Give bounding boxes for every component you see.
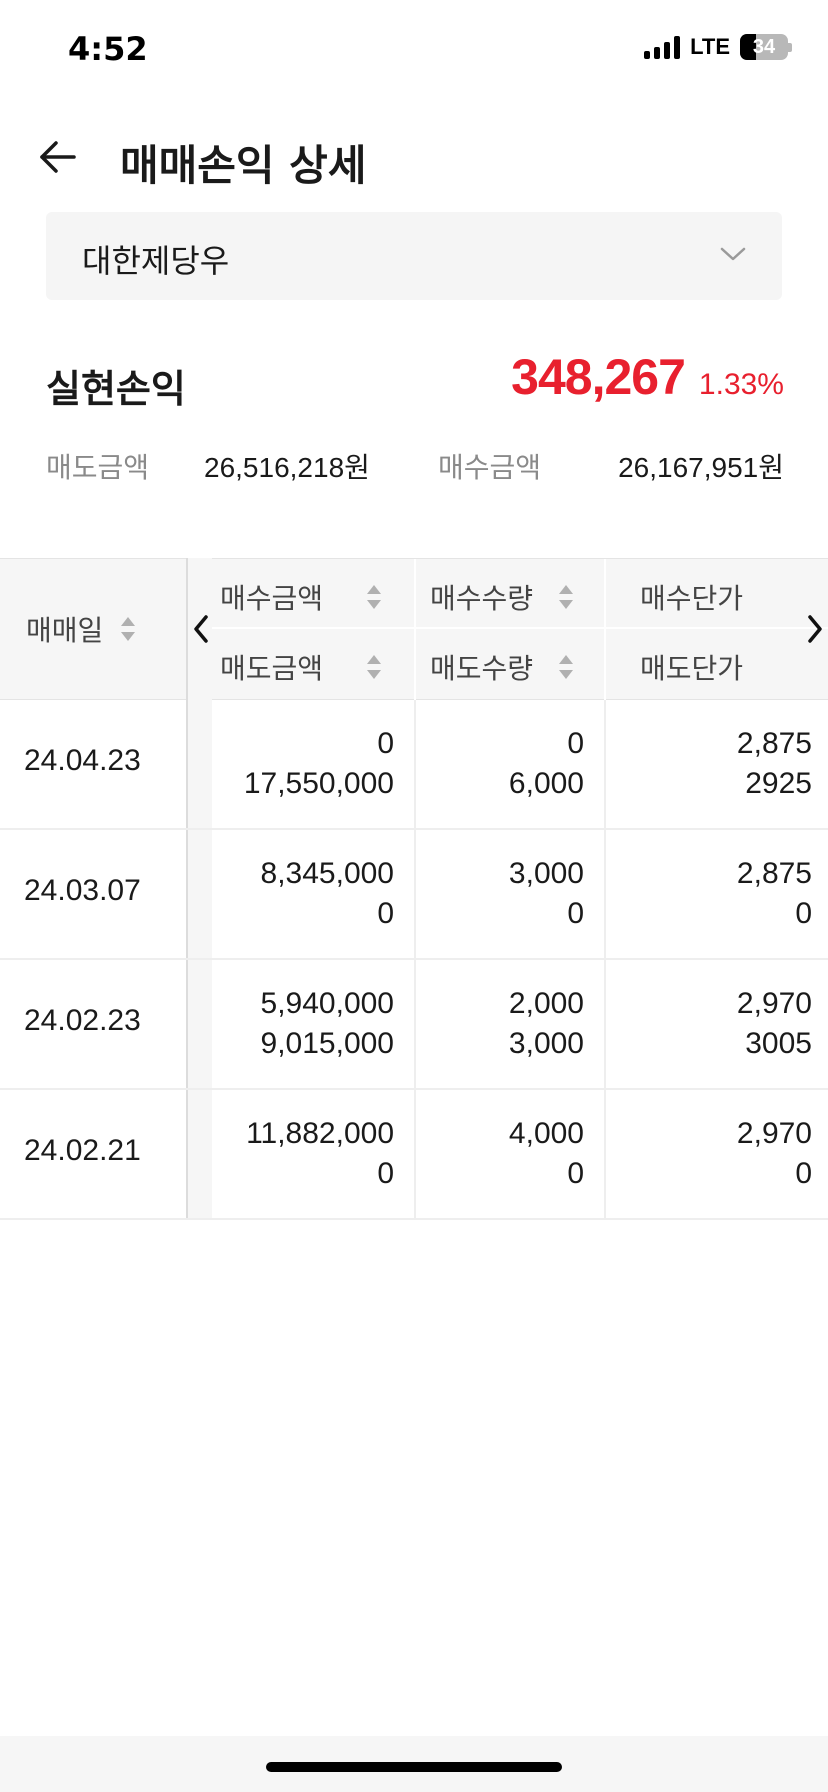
sort-icon — [367, 653, 382, 681]
page-title: 매매손익 상세 — [120, 141, 367, 190]
buy-amount: 11,882,000 — [246, 1117, 394, 1150]
stock-select-value: 대한제당우 — [82, 242, 230, 280]
sort-icon — [121, 615, 136, 643]
buy-price: 2,875 — [736, 857, 812, 890]
buy-qty: 2,000 — [508, 987, 584, 1020]
trade-table: 매매일 매수금액 매도금액 매수수량 매도수량 매수단가 매도단가 24.04.… — [0, 558, 828, 1220]
trade-date: 24.03.07 — [24, 874, 141, 907]
sell-amount-value: 26,516,218원 — [204, 452, 370, 483]
header-buy-amount-label: 매수금액 — [220, 582, 324, 615]
buy-amount: 5,940,000 — [260, 987, 394, 1020]
status-indicators: LTE 34 — [644, 34, 792, 60]
header-column-divider — [604, 559, 606, 701]
header-date[interactable]: 매매일 — [26, 609, 136, 649]
header-sell-price-label: 매도단가 — [640, 652, 744, 685]
realized-rate: 1.33% — [698, 368, 784, 401]
sell-price: 3005 — [745, 1027, 812, 1060]
stock-select[interactable]: 대한제당우 — [46, 212, 782, 300]
sell-amount: 9,015,000 — [260, 1027, 394, 1060]
amount-cell: 0 17,550,000 — [214, 724, 394, 804]
signal-icon — [644, 35, 681, 59]
trade-date: 24.04.23 — [24, 744, 141, 777]
sort-icon — [559, 653, 574, 681]
sell-amount: 0 — [377, 1157, 394, 1190]
table-header: 매매일 매수금액 매도금액 매수수량 매도수량 매수단가 매도단가 — [0, 558, 828, 701]
realized-summary: 실현손익 348,267 1.33% — [46, 348, 784, 418]
sell-qty: 0 — [567, 897, 584, 930]
status-bar: 4:52 LTE 34 — [0, 0, 828, 100]
header-buy-price-label: 매수단가 — [640, 582, 744, 615]
back-button[interactable] — [36, 132, 92, 182]
amount-summary: 매도금액 26,516,218원 매수금액 26,167,951원 — [46, 446, 784, 490]
sell-amount: 17,550,000 — [243, 767, 394, 800]
realized-label: 실현손익 — [46, 367, 186, 411]
header-buy-price[interactable]: 매수단가 — [640, 577, 743, 617]
sell-qty: 6,000 — [508, 767, 584, 800]
buy-qty: 0 — [567, 727, 584, 760]
buy-amount-value: 26,167,951원 — [618, 452, 784, 483]
sell-price: 0 — [795, 897, 812, 930]
column-divider — [414, 700, 416, 1220]
price-cell: 2,970 0 — [606, 1114, 812, 1194]
realized-figures: 348,267 1.33% — [511, 348, 784, 406]
header-sell-qty-label: 매도수량 — [430, 652, 534, 685]
network-label: LTE — [690, 34, 730, 59]
header-buy-amount[interactable]: 매수금액 — [220, 577, 382, 617]
price-cell: 2,875 2925 — [606, 724, 812, 804]
quantity-cell: 2,000 3,000 — [416, 984, 584, 1064]
buy-price: 2,970 — [736, 1117, 812, 1150]
sell-qty: 3,000 — [508, 1027, 584, 1060]
buy-price: 2,875 — [736, 727, 812, 760]
header: 매매손익 상세 — [0, 118, 828, 198]
header-divider — [212, 627, 828, 629]
column-divider — [604, 700, 606, 1220]
trade-date: 24.02.21 — [24, 1134, 141, 1167]
header-buy-qty-label: 매수수량 — [430, 582, 534, 615]
buy-amount: 8,345,000 — [260, 857, 394, 890]
buy-amount-label: 매수금액 — [438, 451, 542, 484]
battery-level: 34 — [752, 35, 776, 58]
amount-cell: 5,940,000 9,015,000 — [214, 984, 394, 1064]
buy-qty: 3,000 — [508, 857, 584, 890]
header-sell-price[interactable]: 매도단가 — [640, 647, 743, 687]
header-sell-amount[interactable]: 매도금액 — [220, 647, 382, 687]
battery-icon: 34 — [740, 34, 792, 60]
quantity-cell: 3,000 0 — [416, 854, 584, 934]
buy-price: 2,970 — [736, 987, 812, 1020]
sell-qty: 0 — [567, 1157, 584, 1190]
sort-icon — [367, 583, 382, 611]
quantity-cell: 0 6,000 — [416, 724, 584, 804]
arrow-left-icon — [40, 141, 76, 173]
quantity-cell: 4,000 0 — [416, 1114, 584, 1194]
chevron-right-icon[interactable] — [804, 612, 826, 646]
sell-price: 2925 — [745, 767, 812, 800]
chevron-down-icon — [720, 247, 746, 261]
amount-cell: 11,882,000 0 — [214, 1114, 394, 1194]
sort-icon — [559, 583, 574, 611]
amount-cell: 8,345,000 0 — [214, 854, 394, 934]
sell-amount-label: 매도금액 — [46, 451, 150, 484]
sell-amount: 0 — [377, 897, 394, 930]
status-time: 4:52 — [68, 30, 148, 68]
price-cell: 2,875 0 — [606, 854, 812, 934]
header-column-divider — [414, 559, 416, 701]
trade-date: 24.02.23 — [24, 1004, 141, 1037]
header-date-label: 매매일 — [26, 614, 104, 647]
home-indicator[interactable] — [266, 1762, 562, 1772]
header-sell-amount-label: 매도금액 — [220, 652, 324, 685]
chevron-left-icon[interactable] — [190, 612, 212, 646]
header-sell-qty[interactable]: 매도수량 — [430, 647, 574, 687]
realized-value: 348,267 — [511, 349, 686, 405]
header-buy-qty[interactable]: 매수수량 — [430, 577, 574, 617]
sell-price: 0 — [795, 1157, 812, 1190]
buy-qty: 4,000 — [508, 1117, 584, 1150]
price-cell: 2,970 3005 — [606, 984, 812, 1064]
buy-amount: 0 — [377, 727, 394, 760]
